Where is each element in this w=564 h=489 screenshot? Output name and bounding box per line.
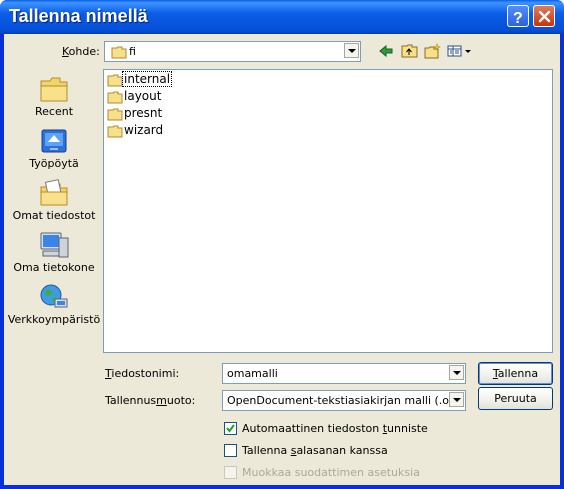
filetype-value: OpenDocument-tekstiasiakirjan malli (.ot…	[227, 394, 462, 407]
network-icon	[40, 284, 68, 308]
my-computer-icon	[40, 232, 69, 258]
filename-field[interactable]: omamalli	[222, 363, 466, 384]
place-recent[interactable]: Recent	[7, 74, 101, 126]
folder-icon	[107, 108, 123, 121]
up-folder-icon[interactable]	[401, 43, 419, 59]
place-label: Työpöytä	[29, 157, 79, 170]
desktop-icon	[41, 129, 67, 153]
filename-label: Tiedostonimi:	[105, 367, 180, 380]
help-icon: ?	[513, 10, 523, 27]
help-button[interactable]: ?	[507, 5, 529, 27]
folder-icon	[111, 46, 127, 59]
folder-icon	[107, 125, 123, 138]
checkmark-icon	[226, 424, 235, 433]
checkbox-box[interactable]	[224, 444, 237, 457]
place-network[interactable]: Verkkoympäristö	[7, 282, 101, 334]
filetype-label: Tallennusmuoto:	[105, 394, 196, 407]
save-as-dialog: Tallenna nimellä ? Kohde: fi Recent Työp…	[0, 0, 564, 489]
filetype-dropdown-arrow[interactable]	[449, 392, 464, 407]
filename-dropdown-arrow[interactable]	[449, 365, 464, 380]
folder-icon	[107, 91, 123, 104]
places-bar: Recent Työpöytä Omat tiedostot Oma tieto…	[7, 72, 101, 332]
title-bar[interactable]: Tallenna nimellä ?	[0, 0, 564, 34]
view-menu-icon[interactable]	[447, 43, 473, 59]
folder-icon	[107, 74, 123, 87]
place-desktop[interactable]: Työpöytä	[7, 126, 101, 178]
filename-value: omamalli	[227, 367, 278, 380]
svg-text:?: ?	[513, 10, 523, 27]
close-button[interactable]	[533, 5, 555, 27]
my-documents-icon	[40, 179, 68, 206]
checkbox-box[interactable]	[224, 422, 237, 435]
lookin-value: fi	[129, 45, 136, 58]
close-icon	[538, 10, 551, 23]
place-my-documents[interactable]: Omat tiedostot	[7, 178, 101, 230]
dialog-body: Kohde: fi Recent Työpöytä Omat tiedostot…	[4, 34, 560, 485]
place-my-computer[interactable]: Oma tietokone	[7, 230, 101, 282]
place-label: Oma tietokone	[13, 261, 95, 274]
place-label: Recent	[34, 105, 74, 118]
new-folder-icon[interactable]	[424, 43, 442, 59]
lookin-dropdown-arrow[interactable]	[344, 43, 359, 58]
recent-folder-icon	[40, 77, 68, 102]
filetype-select[interactable]: OpenDocument-tekstiasiakirjan malli (.ot…	[222, 390, 466, 411]
cancel-button[interactable]: Peruuta	[478, 387, 553, 410]
lookin-combo[interactable]: fi	[104, 41, 361, 62]
checkbox-box	[224, 466, 237, 479]
place-label: Verkkoympäristö	[7, 313, 101, 326]
file-list[interactable]: internal layout presnt wizard	[103, 69, 553, 353]
place-label: Omat tiedostot	[12, 209, 96, 222]
back-arrow-icon[interactable]	[377, 43, 395, 59]
dialog-title: Tallenna nimellä	[9, 6, 148, 26]
lookin-label: Kohde:	[62, 45, 100, 58]
save-button[interactable]: Tallenna	[478, 362, 553, 385]
